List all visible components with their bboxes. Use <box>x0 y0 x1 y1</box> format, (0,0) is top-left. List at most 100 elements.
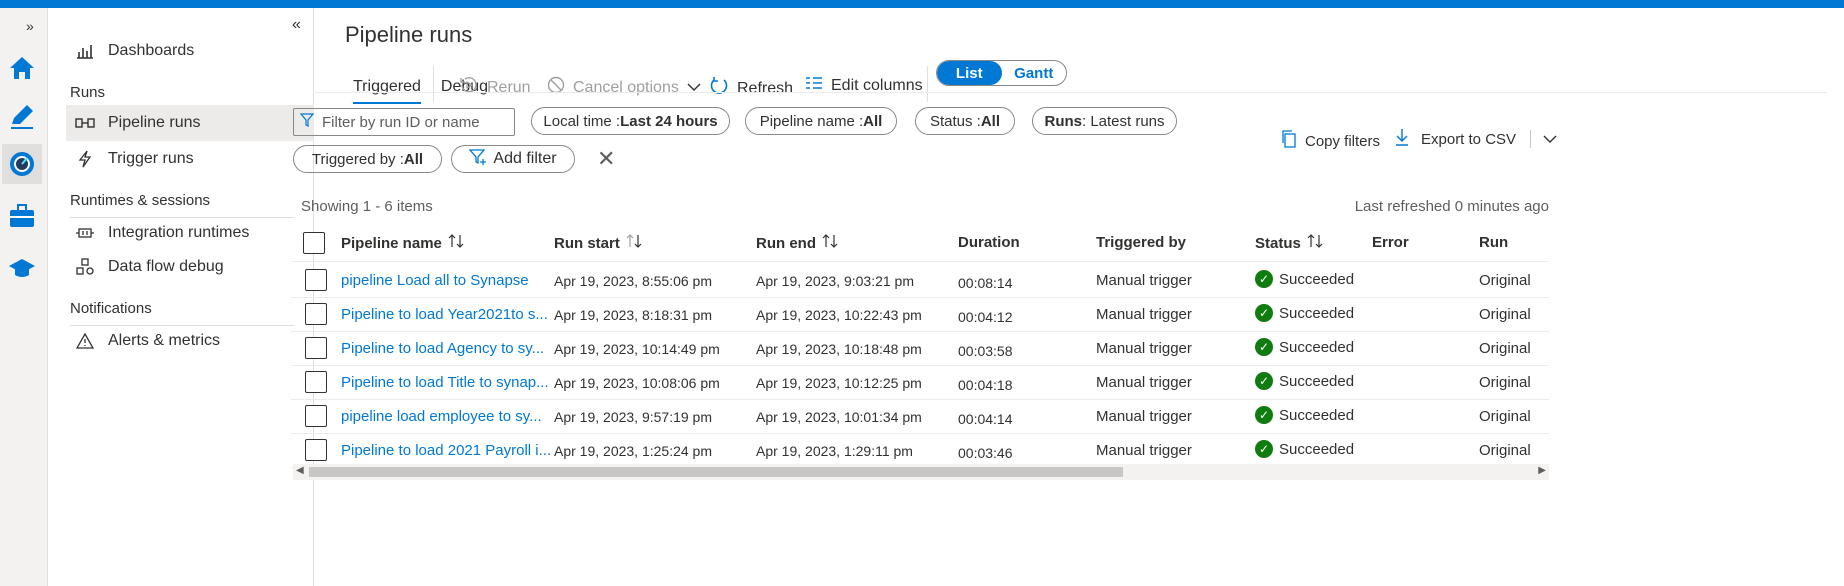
local-time-value: Last 24 hours <box>620 112 718 130</box>
copy-filters-label: Copy filters <box>1305 132 1381 150</box>
success-check-icon: ✓ <box>1255 440 1273 458</box>
monitor-gauge-icon[interactable] <box>2 144 42 184</box>
nav-item-alerts-metrics[interactable]: Alerts & metrics <box>66 321 314 361</box>
success-check-icon: ✓ <box>1255 304 1273 322</box>
col-duration[interactable]: Duration <box>958 234 1020 251</box>
col-error[interactable]: Error <box>1372 234 1409 251</box>
sort-icon <box>1307 234 1323 252</box>
row-checkbox[interactable] <box>305 405 327 427</box>
run-start: Apr 19, 2023, 10:14:49 pm <box>554 341 720 357</box>
run-start: Apr 19, 2023, 1:25:24 pm <box>554 443 712 459</box>
tab-triggered[interactable]: Triggered <box>353 78 421 104</box>
view-gantt-option[interactable]: Gantt <box>1002 61 1067 85</box>
run-start: Apr 19, 2023, 8:55:06 pm <box>554 273 712 289</box>
search-input[interactable]: Filter by run ID or name <box>293 108 515 136</box>
status-filter[interactable]: Status : All <box>915 107 1015 135</box>
select-all-checkbox[interactable] <box>303 232 325 254</box>
cancel-options-button[interactable]: Cancel options <box>547 76 701 99</box>
row-checkbox[interactable] <box>305 337 327 359</box>
col-run-end[interactable]: Run end <box>756 234 838 252</box>
duration: 00:04:12 <box>958 309 1013 325</box>
pipeline-name-link[interactable]: Pipeline to load Title to synap... <box>341 374 549 391</box>
add-filter-button[interactable]: Add filter <box>451 145 575 173</box>
row-checkbox[interactable] <box>305 371 327 393</box>
row-checkbox[interactable] <box>305 439 327 461</box>
export-csv-button[interactable]: Export to CSV <box>1395 128 1557 150</box>
run-end: Apr 19, 2023, 10:01:34 pm <box>756 409 922 425</box>
sort-descending-icon <box>626 234 642 252</box>
table-header: Pipeline name Run start Run end Duration… <box>291 222 1549 262</box>
learn-cap-icon[interactable] <box>2 248 42 288</box>
nav-item-data-flow-debug[interactable]: Data flow debug <box>66 247 314 287</box>
clear-filters-icon[interactable]: ✕ <box>597 146 615 172</box>
col-run-start[interactable]: Run start <box>554 234 642 252</box>
nav-item-dashboards[interactable]: Dashboards <box>66 31 314 71</box>
nav-item-pipeline-runs[interactable]: Pipeline runs <box>66 105 314 141</box>
sort-icon <box>448 234 464 252</box>
refresh-icon <box>709 76 729 101</box>
search-placeholder: Filter by run ID or name <box>322 113 480 131</box>
author-pencil-icon[interactable] <box>2 96 42 136</box>
row-checkbox[interactable] <box>305 303 327 325</box>
cancel-circle-icon <box>547 76 565 99</box>
table-row[interactable]: Pipeline to load Year2021to s... Apr 19,… <box>291 298 1549 332</box>
horizontal-scrollbar[interactable]: ◀ ▶ <box>293 464 1549 480</box>
status-cell: ✓ Succeeded <box>1255 406 1354 424</box>
monitor-nav: « Dashboards Runs Pipeline runs Trigger … <box>48 8 314 586</box>
dashboard-chart-icon <box>70 43 100 59</box>
pipeline-name-link[interactable]: pipeline Load all to Synapse <box>341 272 529 289</box>
status-cell: ✓ Succeeded <box>1255 338 1354 356</box>
run-start: Apr 19, 2023, 8:18:31 pm <box>554 307 712 323</box>
col-pipeline-name[interactable]: Pipeline name <box>341 234 464 252</box>
manage-toolbox-icon[interactable] <box>2 196 42 236</box>
table-row[interactable]: Pipeline to load 2021 Payroll i... Apr 1… <box>291 434 1549 468</box>
col-status[interactable]: Status <box>1255 234 1323 252</box>
items-count: Showing 1 - 6 items <box>301 198 433 215</box>
lightning-icon <box>70 150 100 168</box>
row-checkbox[interactable] <box>305 269 327 291</box>
toolbar-divider <box>433 66 434 102</box>
export-chevron-down-icon[interactable] <box>1543 131 1557 148</box>
col-triggered-by[interactable]: Triggered by <box>1096 234 1186 251</box>
cancel-options-label: Cancel options <box>573 78 679 96</box>
table-row[interactable]: pipeline load employee to sy... Apr 19, … <box>291 400 1549 434</box>
pipeline-name-filter[interactable]: Pipeline name : All <box>745 107 897 135</box>
scroll-left-arrow-icon[interactable]: ◀ <box>296 465 304 476</box>
copy-filters-button[interactable]: Copy filters <box>1281 130 1380 152</box>
table-row[interactable]: pipeline Load all to Synapse Apr 19, 202… <box>291 264 1549 298</box>
rerun-button[interactable]: Rerun <box>459 76 531 99</box>
refresh-button[interactable]: Refresh <box>709 76 793 101</box>
local-time-filter[interactable]: Local time : Last 24 hours <box>531 107 730 135</box>
pipeline-name-link[interactable]: Pipeline to load Year2021to s... <box>341 306 548 323</box>
triggered-by: Manual trigger <box>1096 374 1192 391</box>
copy-icon <box>1281 130 1297 152</box>
col-run[interactable]: Run <box>1479 234 1508 251</box>
status-cell: ✓ Succeeded <box>1255 440 1354 458</box>
nav-item-label: Alerts & metrics <box>108 332 221 349</box>
table-row[interactable]: Pipeline to load Agency to sy... Apr 19,… <box>291 332 1549 366</box>
run-end: Apr 19, 2023, 1:29:11 pm <box>756 443 913 459</box>
success-check-icon: ✓ <box>1255 372 1273 390</box>
view-list-option[interactable]: List <box>937 61 1002 85</box>
pipeline-name-link[interactable]: pipeline load employee to sy... <box>341 408 542 425</box>
view-toggle: List Gantt <box>936 60 1067 86</box>
runs-filter[interactable]: Runs : Latest runs <box>1032 107 1177 135</box>
last-refreshed: Last refreshed 0 minutes ago <box>1354 198 1549 215</box>
run-start: Apr 19, 2023, 9:57:19 pm <box>554 409 712 425</box>
rerun-icon <box>459 76 479 99</box>
pipeline-name-label: Pipeline name : <box>759 112 864 130</box>
table-row[interactable]: Pipeline to load Title to synap... Apr 1… <box>291 366 1549 400</box>
triggered-by: Manual trigger <box>1096 306 1192 323</box>
triggered-by-filter[interactable]: Triggered by : All <box>293 145 442 173</box>
expand-icon[interactable]: » <box>26 18 34 34</box>
pipeline-name-link[interactable]: Pipeline to load 2021 Payroll i... <box>341 442 551 459</box>
pipeline-name-link[interactable]: Pipeline to load Agency to sy... <box>341 340 544 357</box>
home-icon[interactable] <box>2 48 42 88</box>
scrollbar-thumb[interactable] <box>309 467 1123 477</box>
run-end: Apr 19, 2023, 10:18:48 pm <box>756 341 922 357</box>
nav-item-label: Pipeline runs <box>108 114 201 131</box>
duration: 00:04:18 <box>958 377 1013 393</box>
nav-item-trigger-runs[interactable]: Trigger runs <box>66 139 314 179</box>
scroll-right-arrow-icon[interactable]: ▶ <box>1538 465 1546 476</box>
warning-triangle-icon <box>70 333 100 349</box>
